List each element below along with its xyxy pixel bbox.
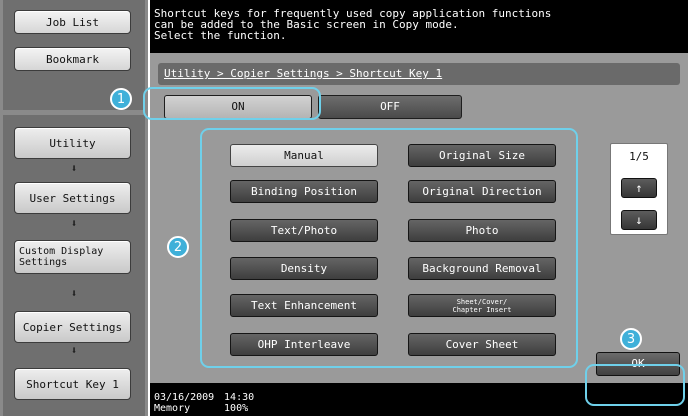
sidebar-item-user-settings[interactable]: User Settings xyxy=(14,182,131,214)
footer-date: 03/16/2009 xyxy=(154,392,215,403)
page-down-button[interactable]: ↓ xyxy=(621,210,657,230)
sidebar-item-copier-settings[interactable]: Copier Settings xyxy=(14,311,131,343)
left-sidebar: Job List Bookmark Utility ⬇ User Setting… xyxy=(0,0,148,416)
sidebar-item-utility[interactable]: Utility xyxy=(14,127,131,159)
copier-settings-screen: Job List Bookmark Utility ⬇ User Setting… xyxy=(0,0,688,416)
callout-number-1: 1 xyxy=(110,88,132,110)
callout-outline-3 xyxy=(585,364,685,406)
page-number: 1/5 xyxy=(629,150,649,163)
down-arrow-icon: ⬇ xyxy=(70,344,78,357)
page-indicator: 1/5 ↑ ↓ xyxy=(610,143,668,235)
footer-memory-value: 100% xyxy=(224,403,249,414)
callout-outline-2 xyxy=(200,128,578,368)
footer-time: 14:30 xyxy=(224,392,255,403)
callout-outline-1 xyxy=(143,87,321,120)
callout-number-2: 2 xyxy=(167,236,189,258)
bookmark-button[interactable]: Bookmark xyxy=(14,47,131,71)
callout-number-3: 3 xyxy=(620,328,642,350)
page-up-button[interactable]: ↑ xyxy=(621,178,657,198)
down-arrow-icon: ⬇ xyxy=(70,217,78,230)
breadcrumb: Utility > Copier Settings > Shortcut Key… xyxy=(158,63,680,85)
down-arrow-icon: ⬇ xyxy=(70,287,78,300)
down-arrow-icon: ⬇ xyxy=(70,162,78,175)
job-list-button[interactable]: Job List xyxy=(14,10,131,34)
sidebar-item-custom-display-settings[interactable]: Custom Display Settings xyxy=(14,240,131,274)
arrow-down-icon: ↓ xyxy=(635,213,643,227)
arrow-up-icon: ↑ xyxy=(635,181,643,195)
off-toggle-button[interactable]: OFF xyxy=(318,95,462,119)
footer-memory-label: Memory xyxy=(154,403,191,414)
instruction-message: Shortcut keys for frequently used copy a… xyxy=(150,0,688,53)
sidebar-item-shortcut-key-1[interactable]: Shortcut Key 1 xyxy=(14,368,131,400)
